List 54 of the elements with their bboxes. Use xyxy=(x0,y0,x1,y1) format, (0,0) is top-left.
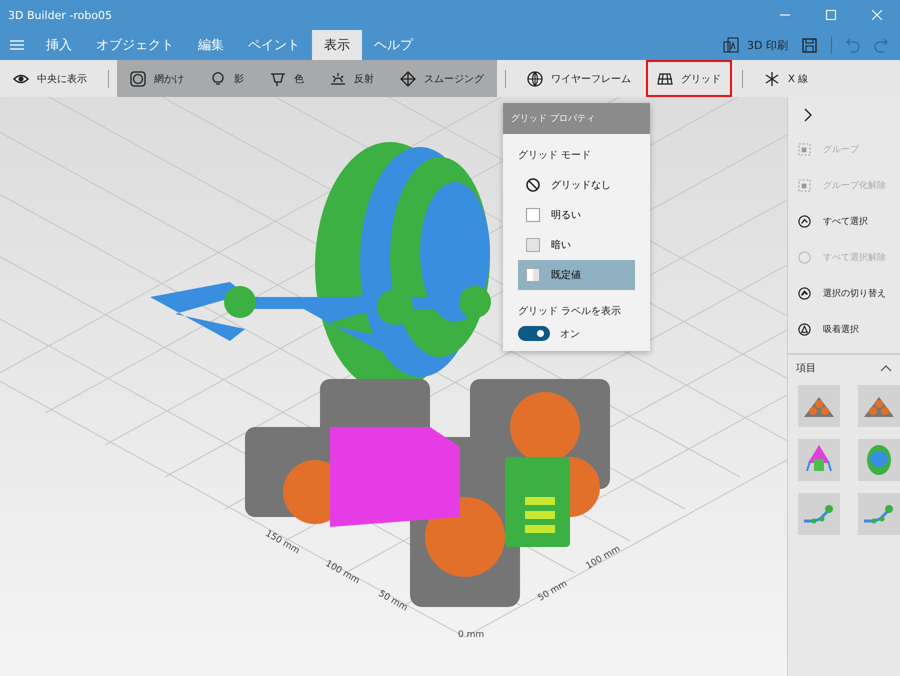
ungroup-icon xyxy=(798,178,811,192)
toolbar-button[interactable]: 網かけ xyxy=(117,60,197,97)
diamond-icon xyxy=(400,70,416,86)
toolbar-button[interactable]: 反射 xyxy=(317,60,387,97)
window-title: 3D Builder -robo05 xyxy=(8,8,114,22)
toggle-state-label: オン xyxy=(560,328,580,340)
grid-mode-option[interactable]: グリッドなし xyxy=(518,170,635,200)
toolbar-button[interactable]: 影 xyxy=(197,60,257,97)
dark-swatch-icon xyxy=(526,238,540,252)
selection-action[interactable]: 選択の切り替え xyxy=(788,275,900,311)
globe-icon xyxy=(527,70,543,86)
print-button[interactable]: 3D 印刷 xyxy=(723,37,788,53)
select-all-icon xyxy=(798,214,811,228)
grid-mode-option[interactable]: 暗い xyxy=(518,230,635,260)
vent-drawing xyxy=(525,497,555,533)
3d-viewport[interactable]: 150 mm 100 mm 50 mm 0 mm 50 mm 100 mm グリッド プロパティ グリッド モード グリッドなし 明るい 暗い 既定値 グリッド ラベルを表示 オン xyxy=(0,97,787,676)
toolbar-button[interactable]: 色 xyxy=(257,60,317,97)
circle-icon xyxy=(798,250,811,264)
panel-title: グリッド プロパティ xyxy=(503,103,650,134)
asterisk-icon xyxy=(764,70,780,86)
split-swatch-icon xyxy=(526,268,540,282)
section-title: 項目 xyxy=(796,362,816,375)
lightbulb-icon xyxy=(210,70,226,86)
grid-label: 100 mm xyxy=(324,558,362,586)
light-swatch-icon xyxy=(526,208,540,222)
chevron-up-icon[interactable] xyxy=(880,364,892,372)
menu-tab[interactable]: 表示 xyxy=(312,30,362,60)
grid-label: 100 mm xyxy=(584,544,622,572)
toolbar-button[interactable]: グリッド xyxy=(646,60,732,97)
selection-action[interactable]: すべて選択 xyxy=(788,203,900,239)
triangle-icon xyxy=(798,322,811,336)
toolbar-button[interactable]: ワイヤーフレーム xyxy=(516,60,642,97)
invert-selection-icon xyxy=(798,286,811,300)
toolbar-button[interactable]: X 線 xyxy=(753,60,820,97)
grid-label: 0 mm xyxy=(458,630,484,640)
grid-label: 150 mm xyxy=(264,528,302,556)
toolbar-button[interactable]: 中央に表示 xyxy=(2,60,98,97)
undo-icon[interactable] xyxy=(846,38,860,52)
prohibited-icon xyxy=(526,178,540,192)
save-icon[interactable] xyxy=(802,38,817,52)
toggle-switch[interactable] xyxy=(518,326,550,341)
grid-icon xyxy=(657,70,673,86)
selection-action[interactable]: 吸着選択 xyxy=(788,311,900,347)
toolbar-button[interactable]: スムージング xyxy=(387,60,497,97)
grid-label: 50 mm xyxy=(376,588,410,614)
sunrise-icon xyxy=(330,70,346,86)
group-icon xyxy=(798,142,811,156)
section-label: グリッド モード xyxy=(517,149,592,163)
printer-icon xyxy=(723,37,740,53)
redo-icon[interactable] xyxy=(874,38,888,52)
grid-mode-option[interactable]: 明るい xyxy=(518,200,635,230)
grid-mode-option[interactable]: 既定値 xyxy=(518,260,635,290)
grid-label: 50 mm xyxy=(536,579,570,604)
section-label: グリッド ラベルを表示 xyxy=(517,304,622,319)
